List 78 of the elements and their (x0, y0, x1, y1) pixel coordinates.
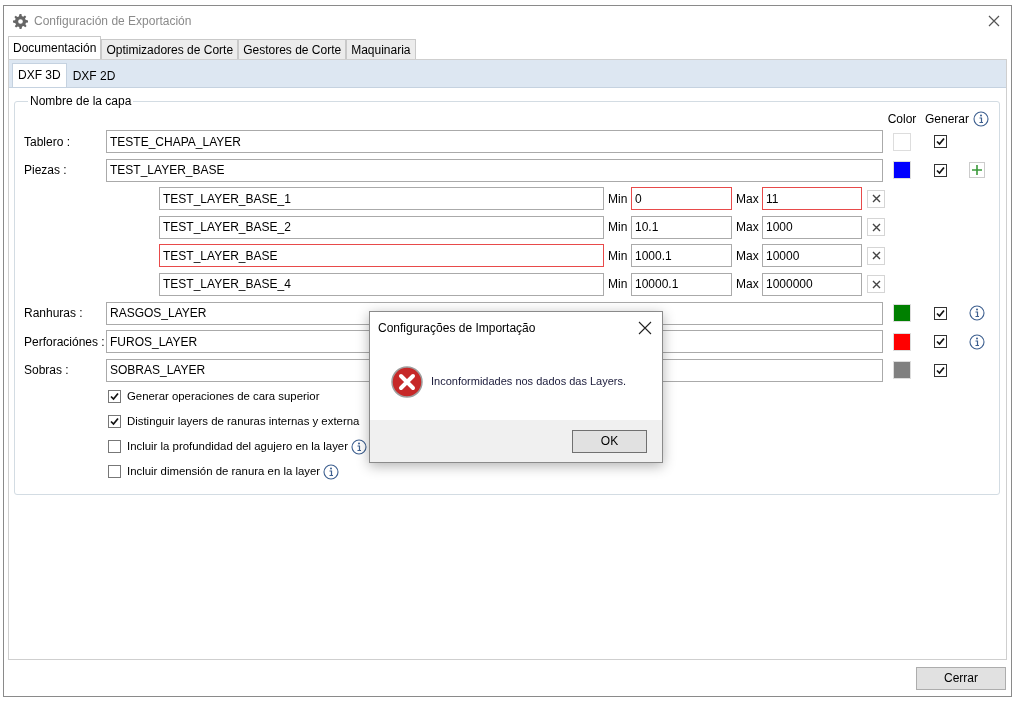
delete-button[interactable] (867, 275, 885, 294)
field-label: Perforaciónes : (24, 333, 106, 351)
text-field[interactable]: TEST_LAYER_BASE_2 (159, 215, 604, 239)
checkbox[interactable] (108, 440, 121, 454)
field-label: Max (735, 276, 760, 294)
info-icon[interactable] (973, 111, 989, 127)
checkbox[interactable] (933, 306, 947, 320)
checkbox[interactable] (108, 415, 121, 429)
text-field[interactable]: TESTE_CHAPA_LAYER (106, 130, 883, 153)
close-icon (870, 193, 882, 205)
group-title: Nombre de la capa (29, 94, 133, 108)
tab[interactable]: Gestores de Corte (238, 39, 347, 59)
field-label: Min (607, 190, 629, 208)
color-swatch[interactable] (893, 161, 911, 180)
text-field[interactable]: 0 (631, 187, 732, 211)
color-swatch[interactable] (893, 361, 911, 380)
field-label: Max (735, 247, 760, 265)
column-header: Color (887, 111, 917, 128)
tab[interactable]: Maquinaria (346, 39, 416, 59)
field-label: Piezas : (24, 162, 68, 180)
checkbox-label: Generar operaciones de cara superior (127, 389, 320, 405)
close-icon (870, 278, 882, 290)
text-field[interactable]: TEST_LAYER_BASE (106, 158, 883, 182)
field-label: Max (735, 190, 760, 208)
ok-button[interactable]: OK (572, 429, 647, 453)
dialog-title: Configurações de Importação (378, 319, 536, 337)
info-icon[interactable] (969, 333, 985, 350)
checkbox[interactable] (933, 335, 947, 349)
text-field[interactable]: 10.1 (631, 215, 732, 239)
text-field[interactable]: 11 (762, 187, 862, 211)
field-label: Ranhuras : (24, 305, 84, 323)
color-swatch[interactable] (893, 332, 911, 351)
delete-button[interactable] (867, 246, 885, 265)
checkbox-label: Incluir dimensión de ranura en la layer (127, 464, 321, 480)
checkbox[interactable] (933, 163, 947, 177)
text-field[interactable]: 1000.1 (631, 244, 732, 268)
column-header: Generar (924, 111, 969, 128)
checkbox-label: Incluir la profundidad del agujero en la layer (127, 439, 348, 455)
close-button[interactable]: Cerrar (916, 666, 1006, 690)
checkbox-label: Distinguir layers de ranuras internas y externa (127, 414, 360, 430)
window-title: Configuración de Exportación (34, 13, 192, 30)
text-field[interactable]: 10000 (762, 244, 862, 268)
text-field[interactable]: 10000.1 (631, 272, 732, 296)
error-icon (391, 365, 423, 398)
field-label: Min (607, 276, 629, 294)
close-icon (870, 250, 882, 262)
text-field[interactable]: TEST_LAYER_BASE_4 (159, 272, 604, 296)
delete-button[interactable] (867, 218, 885, 237)
field-label: Max (735, 219, 760, 237)
info-icon[interactable] (969, 305, 985, 322)
delete-button[interactable] (867, 189, 885, 208)
tab[interactable]: Documentación (8, 36, 102, 59)
close-icon[interactable] (638, 320, 652, 335)
text-field[interactable]: TEST_LAYER_BASE (159, 244, 604, 268)
field-label: Sobras : (24, 362, 70, 380)
close-icon[interactable] (987, 14, 1001, 28)
info-icon[interactable] (323, 463, 340, 480)
checkbox[interactable] (933, 135, 947, 148)
add-button[interactable] (969, 162, 985, 179)
text-field[interactable]: 1000 (762, 215, 862, 239)
info-icon[interactable] (351, 438, 367, 455)
field-label: Min (607, 219, 629, 237)
color-swatch[interactable] (893, 132, 911, 151)
text-field[interactable]: 1000000 (762, 272, 862, 296)
color-swatch[interactable] (893, 304, 911, 323)
checkbox[interactable] (108, 465, 121, 479)
tab[interactable]: DXF 2D (66, 65, 122, 87)
checkbox[interactable] (108, 390, 121, 404)
checkbox[interactable] (933, 363, 947, 377)
tab[interactable]: Optimizadores de Corte (101, 39, 239, 59)
plus-icon (971, 164, 983, 177)
field-label: Min (607, 247, 629, 265)
field-label: Tablero : (24, 133, 72, 151)
text-field[interactable]: TEST_LAYER_BASE_1 (159, 187, 604, 211)
dialog-message: Inconformidades nos dados das Layers. (431, 374, 627, 390)
tab[interactable]: DXF 3D (12, 63, 67, 87)
close-icon (870, 221, 882, 233)
gear-icon (13, 13, 28, 29)
